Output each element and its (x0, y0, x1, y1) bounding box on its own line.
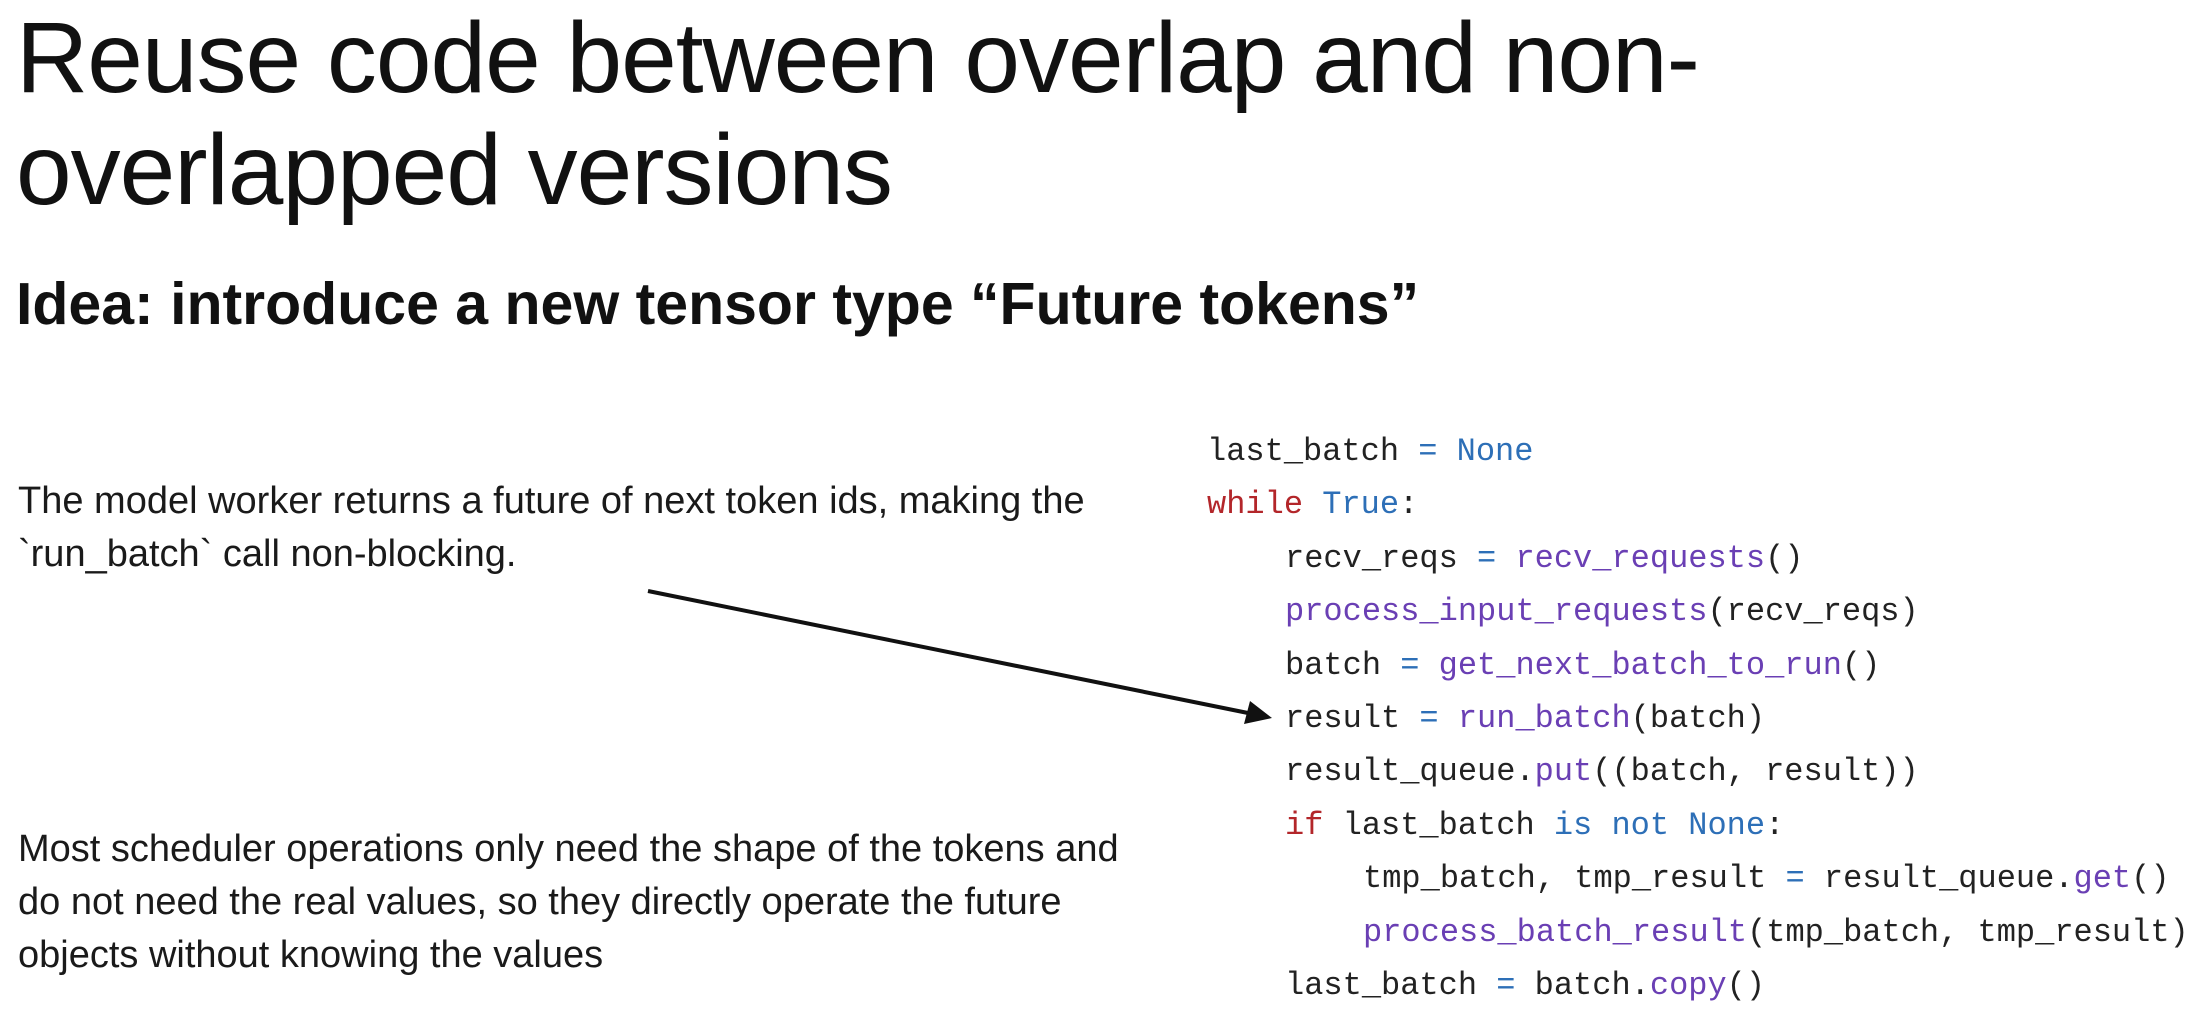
code-line-2: while True: (1207, 486, 1419, 524)
code-line-9: tmp_batch, tmp_result = result_queue.get… (1363, 860, 2170, 898)
arrow-line (647, 589, 1249, 715)
code-line-1: last_batch = None (1207, 433, 1534, 470)
code-line-3: recv_reqs = recv_requests() (1285, 539, 1804, 577)
code-line-4: process_input_requests(recv_reqs) (1285, 593, 1919, 631)
code-line-10: process_batch_result(tmp_batch, tmp_resu… (1363, 913, 2189, 951)
code-line-7: result_queue.put((batch, result)) (1285, 753, 1919, 791)
code-block: last_batch = None while True: recv_reqs … (1207, 425, 2189, 1012)
code-line-11: last_batch = batch.copy() (1285, 966, 1766, 1004)
code-line-8: if last_batch is not None: (1285, 806, 1785, 844)
code-line-6: result = run_batch(batch) (1285, 699, 1766, 737)
code-line-5: batch = get_next_batch_to_run() (1285, 646, 1881, 684)
